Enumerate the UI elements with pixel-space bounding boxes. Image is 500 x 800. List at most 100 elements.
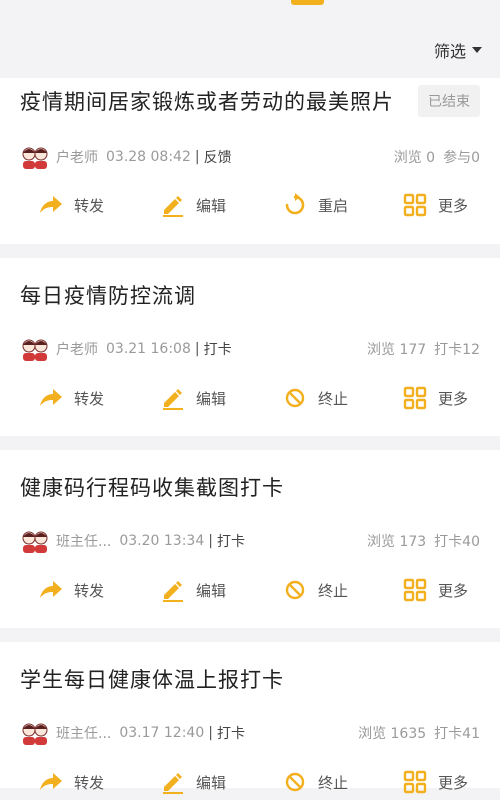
author-name: 户老师 — [56, 150, 98, 166]
avatar — [20, 720, 50, 746]
item-datetime: 03.17 12:40 — [119, 725, 205, 741]
separator: | — [194, 341, 200, 357]
forward-label: 转发 — [74, 389, 105, 408]
view-count: 浏览 0 — [393, 150, 436, 166]
pencil-icon — [160, 386, 186, 410]
item-type: 打卡 — [216, 726, 245, 742]
edit-button[interactable]: 编辑 — [160, 386, 226, 410]
forward-label: 转发 — [74, 196, 105, 215]
separator: | — [194, 149, 200, 165]
separator: | — [208, 533, 213, 549]
forward-label: 转发 — [74, 773, 105, 792]
restart-icon — [282, 193, 308, 217]
list-item[interactable]: 疫情期间居家锻炼或者劳动的最美照片 已结束 户老师 03.28 08:42 | … — [0, 78, 500, 244]
forward-button[interactable]: 转发 — [38, 770, 104, 794]
grid-icon — [402, 386, 428, 410]
item-meta: 户老师 03.28 08:42 | 反馈 浏览 0 参与0 — [20, 144, 480, 170]
view-count: 浏览 173 — [367, 534, 427, 550]
filter-button[interactable]: 筛选 — [434, 38, 482, 62]
item-datetime: 03.21 16:08 — [106, 341, 191, 357]
checkin-count: 打卡12 — [434, 342, 480, 358]
item-stats: 浏览 1635 打卡41 — [358, 723, 480, 743]
forward-button[interactable]: 转发 — [38, 386, 104, 410]
avatar — [20, 144, 50, 170]
item-stats: 浏览 0 参与0 — [394, 147, 480, 167]
item-datetime: 03.28 08:42 — [106, 149, 191, 165]
status-badge: 已结束 — [418, 85, 480, 117]
item-title: 学生每日健康体温上报打卡 — [20, 668, 284, 692]
pencil-icon — [160, 193, 186, 217]
grid-icon — [402, 578, 428, 602]
more-button[interactable]: 更多 — [402, 578, 468, 602]
list-item[interactable]: 学生每日健康体温上报打卡 班主任... 03.17 12:40 | 打卡 浏览 … — [0, 642, 500, 788]
item-datetime: 03.20 13:34 — [119, 533, 205, 549]
item-meta: 户老师 03.21 16:08 | 打卡 浏览 177 打卡12 — [20, 336, 480, 362]
more-label: 更多 — [438, 581, 469, 600]
view-count: 浏览 177 — [367, 342, 427, 358]
edit-label: 编辑 — [196, 389, 227, 408]
restart-label: 重启 — [318, 196, 349, 215]
checkin-count: 打卡40 — [434, 534, 480, 550]
action-bar: 转发 编辑 重启 更多 — [0, 193, 500, 223]
filter-label: 筛选 — [433, 42, 466, 61]
more-label: 更多 — [438, 773, 469, 792]
restart-button[interactable]: 重启 — [282, 193, 348, 217]
filter-bar: 筛选 — [0, 0, 500, 78]
item-meta: 班主任... 03.20 13:34 | 打卡 浏览 173 打卡40 — [20, 528, 480, 554]
caret-down-icon — [472, 47, 482, 53]
edit-label: 编辑 — [196, 196, 227, 215]
item-stats: 浏览 177 打卡12 — [367, 339, 480, 359]
more-label: 更多 — [438, 196, 469, 215]
avatar — [20, 528, 50, 554]
item-title: 每日疫情防控流调 — [20, 284, 196, 308]
forward-icon — [38, 770, 64, 794]
item-meta: 班主任... 03.17 12:40 | 打卡 浏览 1635 打卡41 — [20, 720, 480, 746]
grid-icon — [402, 770, 428, 794]
edit-button[interactable]: 编辑 — [160, 193, 226, 217]
item-title: 疫情期间居家锻炼或者劳动的最美照片 — [20, 90, 394, 114]
stop-button[interactable]: 终止 — [282, 386, 348, 410]
more-button[interactable]: 更多 — [402, 193, 468, 217]
edit-label: 编辑 — [196, 773, 227, 792]
stop-icon — [282, 386, 308, 410]
list-item[interactable]: 健康码行程码收集截图打卡 班主任... 03.20 13:34 | 打卡 浏览 … — [0, 450, 500, 628]
stop-icon — [282, 770, 308, 794]
grid-icon — [402, 193, 428, 217]
author-name: 班主任... — [56, 726, 112, 742]
avatar — [20, 336, 50, 362]
stop-button[interactable]: 终止 — [282, 770, 348, 794]
forward-button[interactable]: 转发 — [38, 578, 104, 602]
more-button[interactable]: 更多 — [402, 386, 468, 410]
stop-icon — [282, 578, 308, 602]
edit-label: 编辑 — [196, 581, 227, 600]
stop-label: 终止 — [318, 581, 349, 600]
item-title: 健康码行程码收集截图打卡 — [20, 476, 284, 500]
stop-label: 终止 — [318, 389, 349, 408]
checkin-count: 打卡41 — [434, 726, 480, 742]
edit-button[interactable]: 编辑 — [160, 770, 226, 794]
author-name: 班主任... — [56, 534, 112, 550]
separator: | — [208, 725, 213, 741]
pencil-icon — [160, 578, 186, 602]
action-bar: 转发 编辑 终止 更多 — [0, 770, 500, 800]
author-name: 户老师 — [56, 342, 98, 358]
item-type: 打卡 — [203, 342, 232, 358]
more-label: 更多 — [438, 389, 469, 408]
forward-label: 转发 — [74, 581, 105, 600]
stop-label: 终止 — [318, 773, 349, 792]
pencil-icon — [160, 770, 186, 794]
edit-button[interactable]: 编辑 — [160, 578, 226, 602]
stop-button[interactable]: 终止 — [282, 578, 348, 602]
forward-icon — [38, 193, 64, 217]
participant-count: 参与0 — [443, 150, 480, 166]
forward-icon — [38, 386, 64, 410]
item-stats: 浏览 173 打卡40 — [367, 531, 480, 551]
forward-icon — [38, 578, 64, 602]
action-bar: 转发 编辑 终止 更多 — [0, 386, 500, 416]
view-count: 浏览 1635 — [358, 726, 427, 742]
list-item[interactable]: 每日疫情防控流调 户老师 03.21 16:08 | 打卡 浏览 177 打卡1… — [0, 258, 500, 436]
forward-button[interactable]: 转发 — [38, 193, 104, 217]
more-button[interactable]: 更多 — [402, 770, 468, 794]
action-bar: 转发 编辑 终止 更多 — [0, 578, 500, 608]
item-type: 反馈 — [203, 150, 232, 166]
